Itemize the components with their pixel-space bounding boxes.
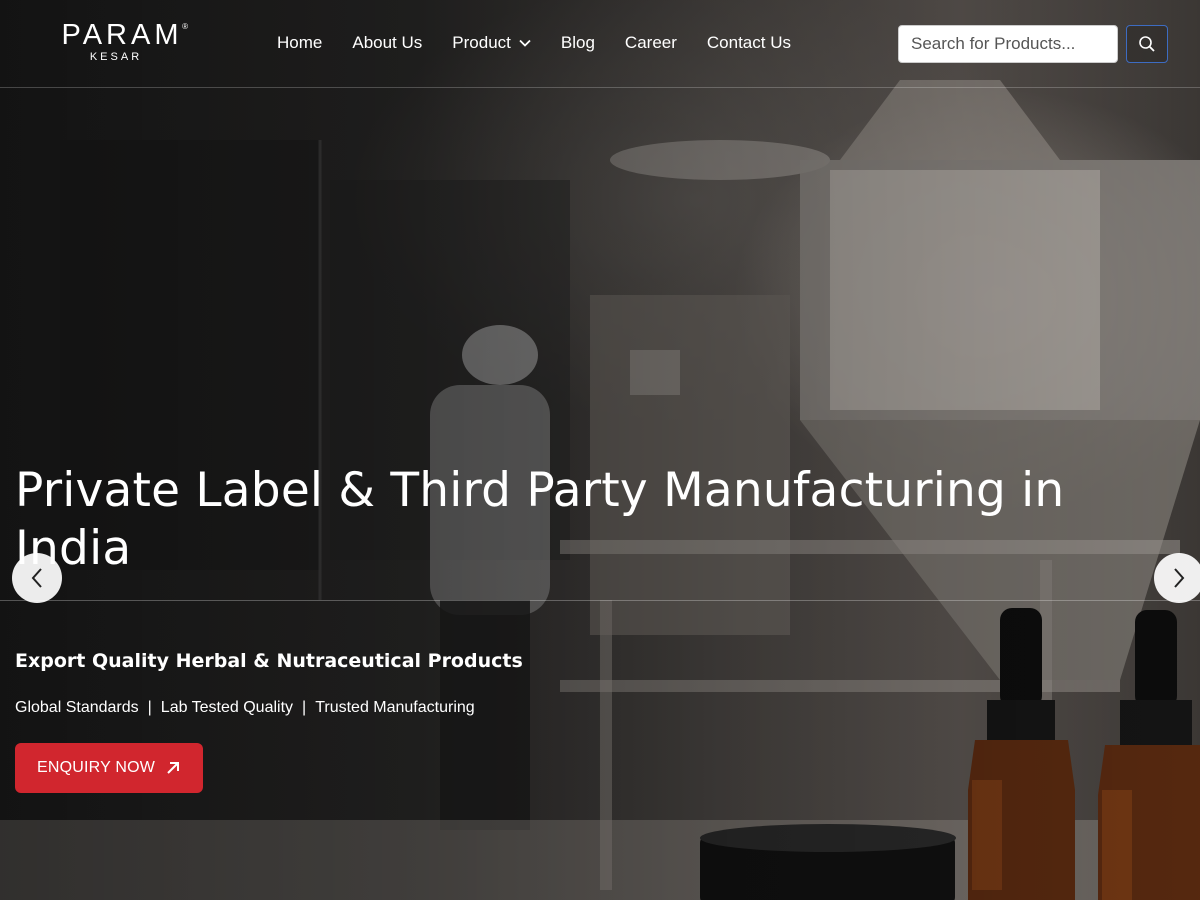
feature-lab-tested: Lab Tested Quality <box>160 699 294 716</box>
feature-global-standards: Global Standards <box>15 699 139 716</box>
chevron-left-icon <box>31 568 42 588</box>
nav-product[interactable]: Product <box>437 33 546 53</box>
arrow-up-right-icon <box>167 762 180 774</box>
logo-wordmark: PARAM <box>61 19 183 51</box>
feature-separator: | <box>147 699 152 716</box>
brand-logo[interactable]: PARAM ® KESAR <box>52 20 192 68</box>
chevron-down-icon <box>519 39 531 47</box>
nav-contact-us[interactable]: Contact Us <box>692 33 806 53</box>
logo-subtitle: KESAR <box>89 51 143 63</box>
feature-separator: | <box>302 699 307 716</box>
nav-home[interactable]: Home <box>262 33 337 53</box>
nav-blog[interactable]: Blog <box>546 33 610 53</box>
chevron-right-icon <box>1174 568 1185 588</box>
nav-career[interactable]: Career <box>610 33 692 53</box>
logo-registered-mark: ® <box>182 22 188 31</box>
feature-trusted-manufacturing: Trusted Manufacturing <box>315 699 475 716</box>
hero-divider <box>0 600 1200 601</box>
nav-product-label: Product <box>452 33 511 52</box>
carousel-next-button[interactable] <box>1154 553 1200 603</box>
hero-subtitle: Export Quality Herbal & Nutraceutical Pr… <box>15 650 523 672</box>
site-header: PARAM ® KESAR Home About Us Product Blog… <box>0 0 1200 88</box>
carousel-prev-button[interactable] <box>12 553 62 603</box>
enquiry-now-label: ENQUIRY NOW <box>36 759 156 776</box>
search-icon <box>1139 36 1155 52</box>
hero-title: Private Label & Third Party Manufacturin… <box>15 463 1065 576</box>
search-input[interactable] <box>898 25 1118 63</box>
nav-about-us[interactable]: About Us <box>337 33 437 53</box>
enquiry-now-button[interactable]: ENQUIRY NOW <box>15 743 203 793</box>
main-nav: Home About Us Product Blog Career Contac… <box>262 30 806 56</box>
hero-features: Global Standards | Lab Tested Quality | Trus… <box>15 699 715 717</box>
search-button[interactable] <box>1126 25 1168 63</box>
